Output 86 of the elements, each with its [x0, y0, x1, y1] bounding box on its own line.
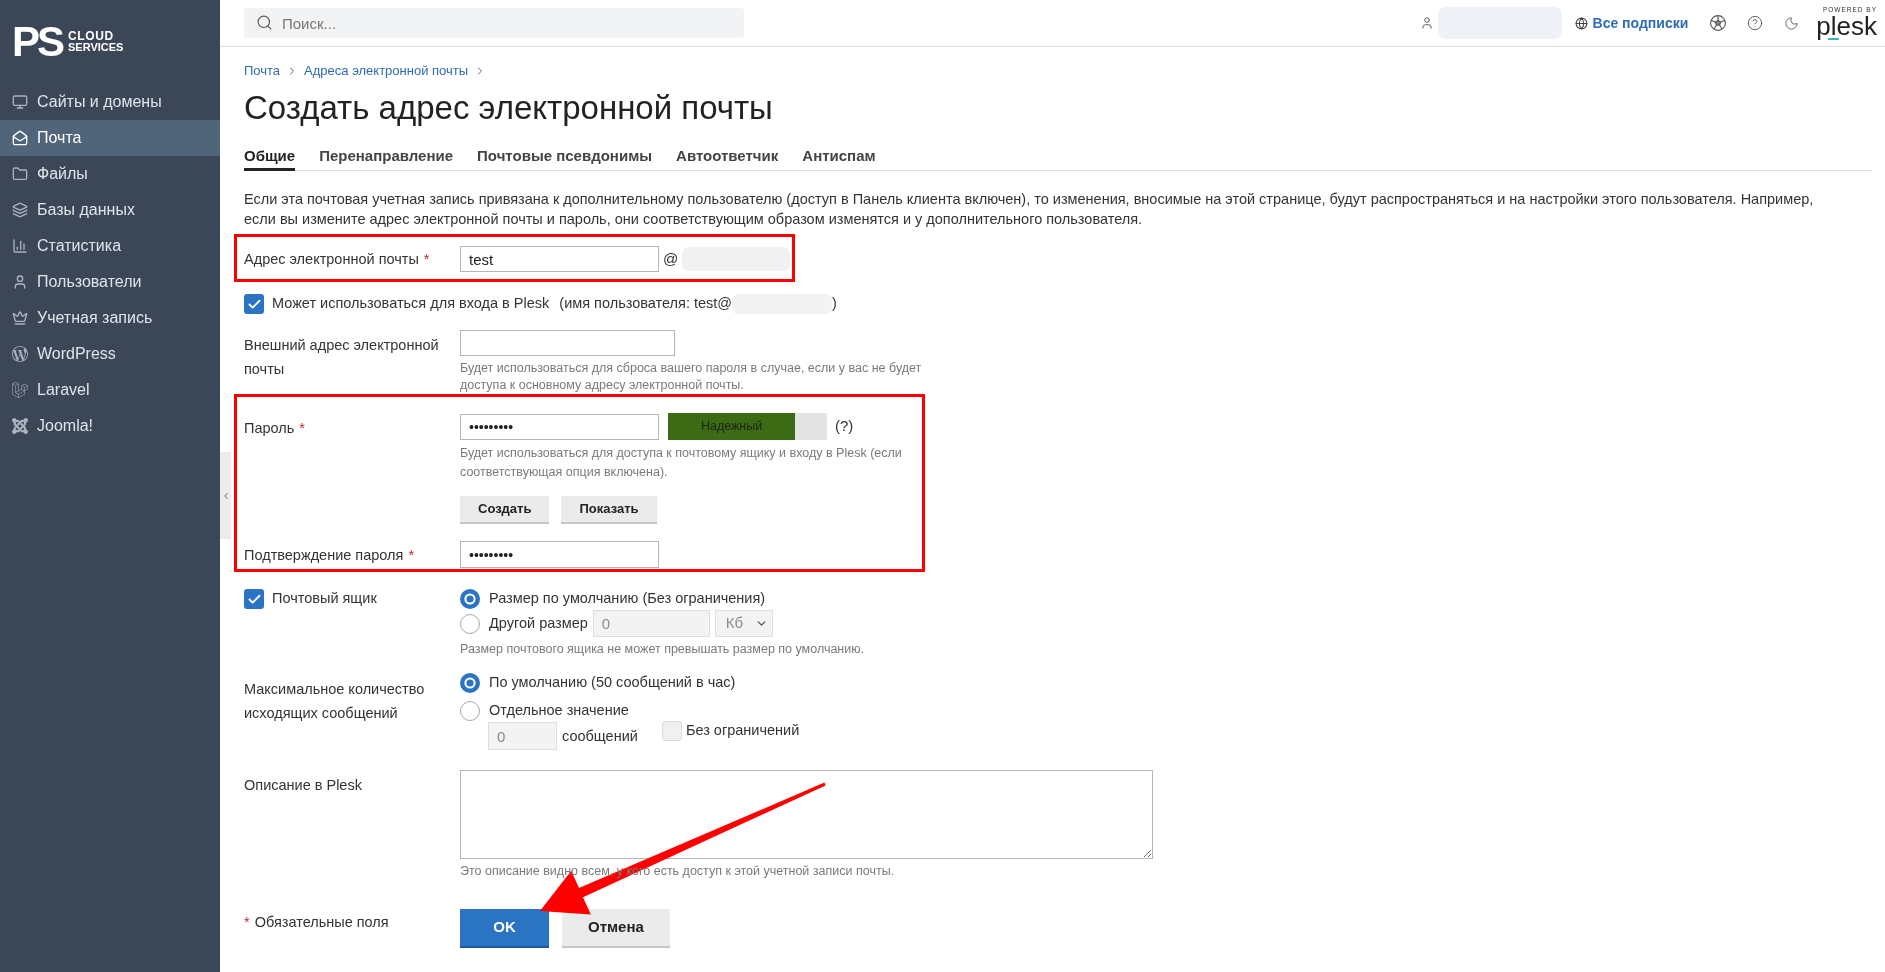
- folder-icon: [12, 166, 28, 182]
- sidebar-item[interactable]: Laravel: [0, 372, 220, 408]
- radio-button[interactable]: [460, 613, 480, 634]
- username-note: ): [832, 294, 837, 314]
- search-icon: [256, 14, 273, 31]
- search-field[interactable]: Поиск...: [244, 8, 744, 38]
- cancel-button[interactable]: Отмена: [562, 909, 670, 948]
- monitor-icon: [12, 94, 28, 110]
- field-label: Внешний адрес электронной почты: [244, 337, 439, 377]
- tab[interactable]: Антиспам: [802, 146, 876, 171]
- help-link[interactable]: (?): [835, 415, 854, 438]
- user-icon[interactable]: [1419, 16, 1434, 30]
- checkbox-label: Может использоваться для входа в Plesk: [272, 294, 550, 314]
- unit-label: сообщений: [562, 727, 638, 747]
- help-icon[interactable]: [1747, 15, 1764, 31]
- sidebar-item[interactable]: Учетная запись: [0, 300, 220, 336]
- tab[interactable]: Автоответчик: [676, 146, 779, 171]
- tab[interactable]: Общие: [244, 146, 296, 171]
- page-title: Создать адрес электронной почты: [244, 88, 774, 128]
- sidebar-item[interactable]: Статистика: [0, 228, 220, 264]
- crown-icon: [12, 310, 28, 326]
- sidebar-item[interactable]: Пользователи: [0, 264, 220, 300]
- hint-text: Будет использоваться для доступа к почтовому ящику и входу в Plesk (если соответствующая опция включена).: [460, 445, 903, 481]
- radio-button[interactable]: [460, 701, 480, 721]
- required-mark: *: [299, 420, 305, 436]
- wordpress-logo-icon: [12, 346, 28, 362]
- checkbox-label: Без ограничений: [685, 721, 800, 741]
- sidebar-item[interactable]: Файлы: [0, 156, 220, 192]
- logo-mark: PS: [12, 23, 63, 61]
- layers-icon: [12, 202, 28, 218]
- checkbox-label: Почтовый ящик: [272, 589, 377, 609]
- tab[interactable]: Почтовые псевдонимы: [477, 146, 653, 171]
- radio-button[interactable]: [460, 673, 480, 693]
- intro-text: Если эта почтовая учетная запись привязана к дополнительному пользователю (доступ в Панель клиента включен), то изменения, вносимые на этой странице, будут распространяться и на настройки этого пользователя. Например, если вы измените адрес электронной почты и пароль, они соответствующим образом изменятся и у дополнительного пользователя.: [244, 190, 1815, 229]
- sidebar-item[interactable]: Базы данных: [0, 192, 220, 228]
- logo-text: SERVICES: [68, 42, 124, 53]
- joomla-logo-icon: [12, 418, 28, 434]
- required-note: Обязательные поля: [254, 914, 389, 930]
- radio-label: По умолчанию (50 сообщений в час): [489, 673, 736, 693]
- bar-chart-icon: [12, 238, 28, 254]
- logo-wordmark: plesk: [1816, 13, 1877, 41]
- field-label: Пароль: [244, 420, 295, 436]
- link-text[interactable]: Все подписки: [1592, 12, 1689, 34]
- checkbox[interactable]: [244, 294, 264, 314]
- username-note: (имя пользователя: test@: [559, 294, 733, 314]
- strength-label: Надежный: [700, 418, 763, 436]
- moon-icon[interactable]: [1784, 15, 1800, 31]
- field-label: Максимальное количество исходящих сообщений: [244, 681, 425, 721]
- checkbox[interactable]: [244, 589, 264, 609]
- email-field[interactable]: test: [460, 246, 659, 272]
- hint-text: Будет использоваться для сброса вашего пароля в случае, если у вас не будет доступа к основному адресу электронной почты.: [460, 360, 923, 394]
- secondary-button[interactable]: Создать: [460, 496, 550, 524]
- sidebar-item[interactable]: Сайты и домены: [0, 84, 220, 120]
- radio-label: Другой размер: [489, 613, 588, 633]
- required-mark: *: [423, 251, 430, 267]
- sidebar-item[interactable]: WordPress: [0, 336, 220, 372]
- subscriptions-link[interactable]: Все подписки: [1574, 12, 1689, 34]
- password-field[interactable]: •••••••••: [460, 413, 659, 440]
- globe-icon: [1574, 16, 1588, 30]
- breadcrumb-link[interactable]: Адреса электронной почты: [304, 62, 469, 79]
- logo-text: CLOUD: [68, 31, 115, 42]
- hint-text: Размер почтового ящика не может превышать размер по умолчанию.: [460, 641, 865, 658]
- confirm-password-field[interactable]: •••••••••: [460, 541, 659, 568]
- field-label: Описание в Plesk: [244, 777, 362, 793]
- breadcrumb-link[interactable]: Почта: [244, 62, 281, 79]
- secondary-button[interactable]: Показать: [561, 496, 657, 524]
- laravel-logo-icon: [12, 382, 28, 398]
- field-label: Подтверждение пароля: [244, 546, 404, 563]
- radio-label: Размер по умолчанию (Без ограничения): [489, 589, 766, 609]
- description-field[interactable]: [460, 770, 1153, 859]
- radio-label: Отдельное значение: [489, 701, 629, 721]
- checkbox[interactable]: [661, 721, 682, 741]
- ball-icon: [1710, 15, 1727, 31]
- user-icon: [12, 274, 28, 290]
- field-label: Адрес электронной почты: [244, 251, 419, 267]
- collapse-handle[interactable]: [220, 452, 231, 539]
- envelope-icon: [12, 130, 28, 146]
- tab[interactable]: Перенаправление: [319, 146, 454, 171]
- sidebar-item[interactable]: Joomla!: [0, 408, 220, 444]
- ok-button[interactable]: OK: [460, 909, 549, 948]
- radio-button[interactable]: [460, 589, 480, 609]
- required-mark: *: [408, 546, 415, 563]
- at-sign: @: [663, 248, 679, 269]
- external-email-field[interactable]: [460, 330, 675, 356]
- required-mark: *: [244, 914, 250, 930]
- sidebar-item[interactable]: Почта: [0, 120, 220, 156]
